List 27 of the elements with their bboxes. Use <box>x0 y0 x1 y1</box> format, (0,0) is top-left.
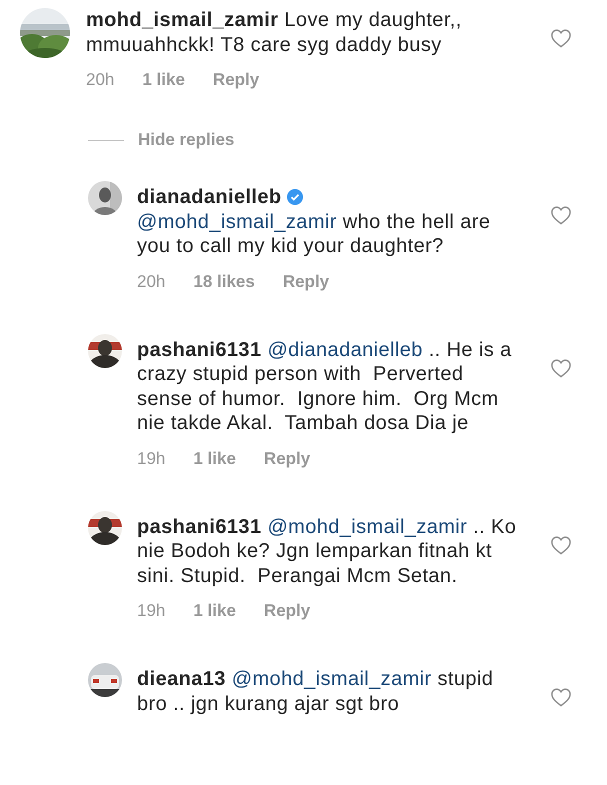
reply-button[interactable]: Reply <box>264 448 310 470</box>
reply-button[interactable]: Reply <box>212 69 260 91</box>
heart-icon[interactable] <box>550 205 572 225</box>
heart-icon[interactable] <box>550 534 572 554</box>
mention-link[interactable]: @mohd_ismail_zamir <box>267 516 468 538</box>
likes-link[interactable]: 18 likes <box>193 270 255 292</box>
likes-link[interactable]: 1 like <box>193 448 236 470</box>
reply-button[interactable]: Reply <box>282 270 330 292</box>
mention-link[interactable]: @mohd_ismail_zamir <box>232 668 432 690</box>
reply-button[interactable]: Reply <box>264 600 310 622</box>
comment-time: 19h <box>137 448 166 470</box>
comment-text: dianadanielleb @mohd_ismail_zamir who the hell are you to call my kid your daughter? <box>137 185 492 258</box>
comment-text: pashani6131 @mohd_ismail_zamir .. Ko nie Bodoh ke? Jgn lemparkan fitnah kt sini. Stupid. Perangai Mcm Setan. <box>137 514 518 588</box>
mention-link[interactable]: @mohd_ismail_zamir <box>137 210 337 232</box>
comment-text: mohd_ismail_zamir Love my daughter,, mmuuahhckk! T8 care syg daddy busy <box>86 8 463 57</box>
hide-replies-button[interactable]: Hide replies <box>138 130 234 150</box>
comment-time: 19h <box>137 600 166 622</box>
heart-icon[interactable] <box>550 358 572 378</box>
comment-text: dieana13 @mohd_ismail_zamir stupid bro .. jgn kurang ajar sgt bro <box>137 667 494 716</box>
comment-text: pashani6131 @dianadanielleb .. He is a crazy stupid person with Perverted sense of humor. Ignore him. Org Mcm nie takde Akal. Tambah dosa Dia je <box>137 338 513 436</box>
comment-time: 20h <box>86 69 114 91</box>
heart-icon[interactable] <box>550 687 572 707</box>
heart-icon[interactable] <box>550 28 572 48</box>
mention-link[interactable]: @dianadanielleb <box>267 338 423 360</box>
likes-link[interactable]: 1 like <box>142 69 185 91</box>
likes-link[interactable]: 1 like <box>193 600 236 622</box>
comment-time: 20h <box>137 270 166 292</box>
